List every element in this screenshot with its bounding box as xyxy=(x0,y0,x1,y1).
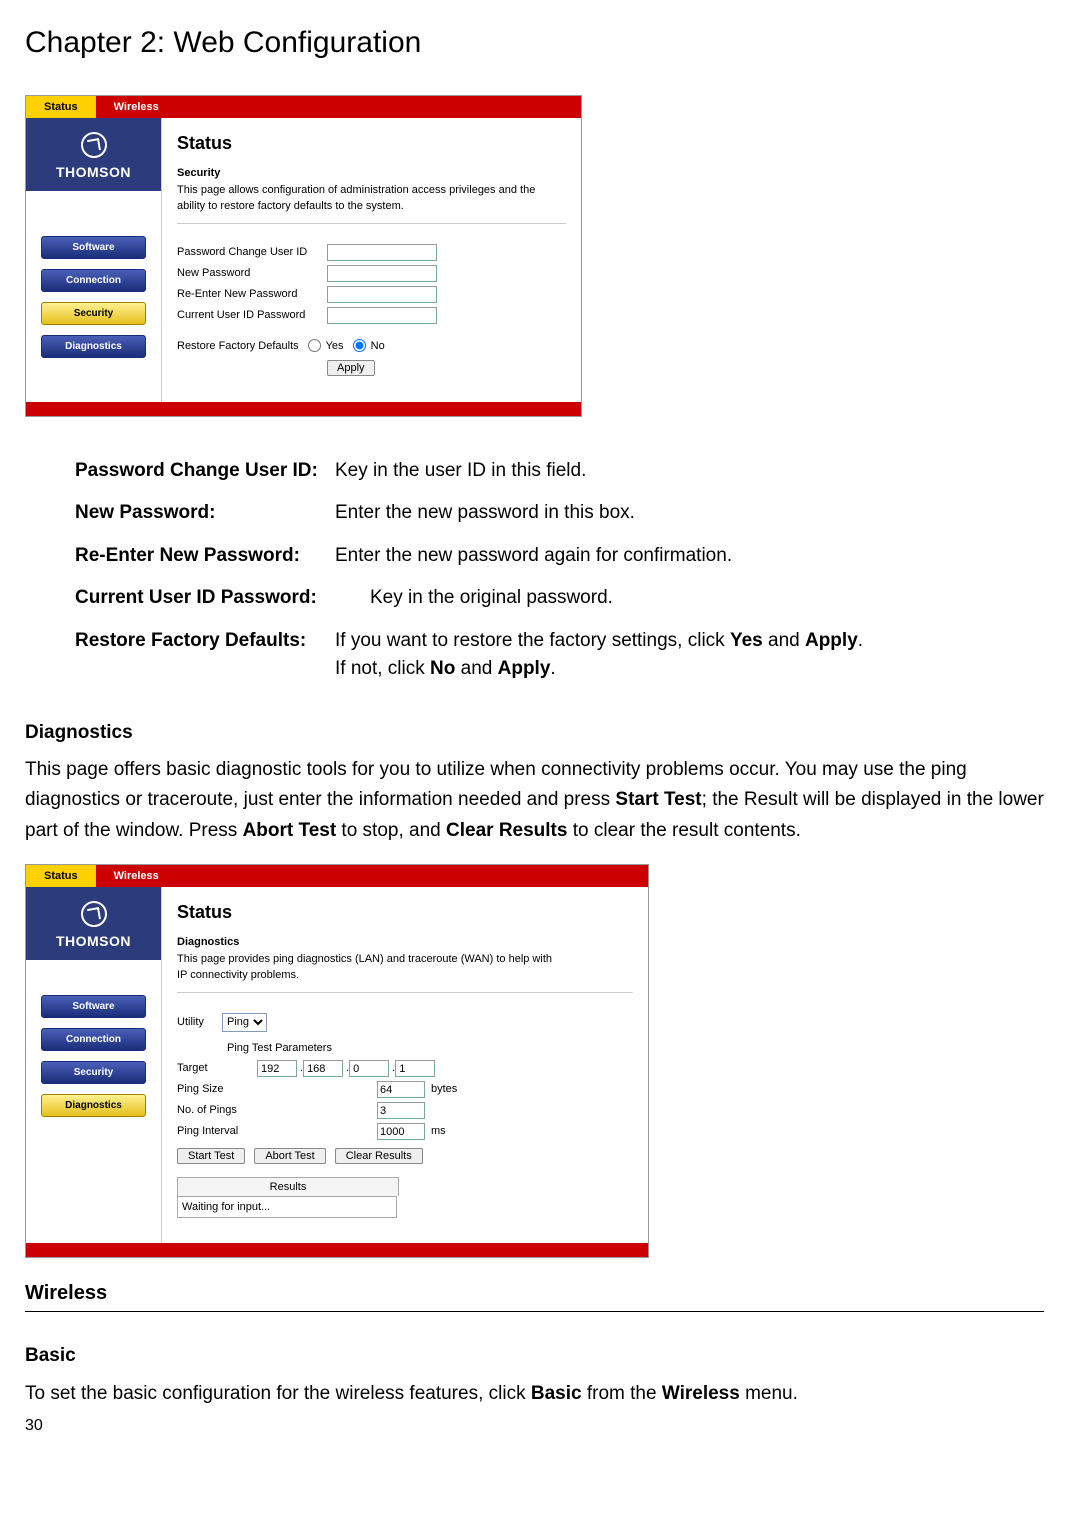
label-restore: Restore Factory Defaults xyxy=(177,340,299,352)
apply-button[interactable]: Apply xyxy=(327,360,375,376)
input-interval[interactable] xyxy=(377,1123,425,1140)
content-desc: This page allows configuration of admini… xyxy=(177,182,557,215)
label-repw: Re-Enter New Password xyxy=(177,286,327,303)
label-target: Target xyxy=(177,1060,257,1077)
input-newpw[interactable] xyxy=(327,265,437,282)
tab-wireless[interactable]: Wireless xyxy=(96,865,177,887)
select-utility[interactable]: Ping xyxy=(222,1013,267,1032)
bottom-bar xyxy=(26,402,581,416)
top-tabs: Status Wireless xyxy=(26,865,648,887)
content-subhead: Security xyxy=(177,165,566,182)
tab-status[interactable]: Status xyxy=(26,96,96,118)
def-desc: If you want to restore the factory setti… xyxy=(335,627,863,684)
label-curpw: Current User ID Password xyxy=(177,307,327,324)
radio-no[interactable] xyxy=(353,339,366,352)
def-desc: Enter the new password in this box. xyxy=(335,499,635,528)
tab-status[interactable]: Status xyxy=(26,865,96,887)
unit-ms: ms xyxy=(431,1123,446,1140)
brand-logo-icon xyxy=(81,132,107,158)
content-title: Status xyxy=(177,130,566,157)
brand-logo-icon xyxy=(81,901,107,927)
tab-wireless[interactable]: Wireless xyxy=(96,96,177,118)
wireless-section-header: Wireless xyxy=(25,1278,1044,1312)
start-test-button[interactable]: Start Test xyxy=(177,1148,245,1164)
sidebar-software[interactable]: Software xyxy=(41,995,146,1018)
diagnostics-heading: Diagnostics xyxy=(25,719,1044,748)
sidebar-connection[interactable]: Connection xyxy=(41,269,146,292)
sidebar-security[interactable]: Security xyxy=(41,1061,146,1084)
brand-logo: THOMSON xyxy=(26,887,161,960)
def-term: Current User ID Password: xyxy=(75,584,370,613)
basic-paragraph: To set the basic configuration for the w… xyxy=(25,1379,1044,1409)
sidebar-security[interactable]: Security xyxy=(41,302,146,325)
bottom-bar xyxy=(26,1243,648,1257)
page-number: 30 xyxy=(25,1414,1044,1438)
def-desc: Key in the user ID in this field. xyxy=(335,457,586,486)
label-nopings: No. of Pings xyxy=(177,1102,377,1119)
content-title: Status xyxy=(177,899,633,926)
radio-yes-label: Yes xyxy=(326,340,344,352)
label-interval: Ping Interval xyxy=(177,1123,377,1140)
top-tabs: Status Wireless xyxy=(26,96,581,118)
diagnostics-screenshot: Status Wireless THOMSON Software Connect… xyxy=(25,864,649,1258)
clear-results-button[interactable]: Clear Results xyxy=(335,1148,423,1164)
content-subhead: Diagnostics xyxy=(177,934,633,951)
input-pingsize[interactable] xyxy=(377,1081,425,1098)
basic-heading: Basic xyxy=(25,1342,1044,1371)
def-term: Password Change User ID: xyxy=(75,457,335,486)
input-ip2[interactable] xyxy=(303,1060,343,1077)
sidebar-diagnostics[interactable]: Diagnostics xyxy=(41,1094,146,1117)
field-definitions: Password Change User ID: Key in the user… xyxy=(75,457,1044,684)
input-ip1[interactable] xyxy=(257,1060,297,1077)
chapter-title: Chapter 2: Web Configuration xyxy=(25,20,1044,65)
def-term: New Password: xyxy=(75,499,335,528)
label-newpw: New Password xyxy=(177,265,327,282)
sidebar-diagnostics[interactable]: Diagnostics xyxy=(41,335,146,358)
diagnostics-paragraph: This page offers basic diagnostic tools … xyxy=(25,755,1044,846)
brand-name: THOMSON xyxy=(26,162,161,183)
section-title: Ping Test Parameters xyxy=(227,1040,633,1057)
label-userid: Password Change User ID xyxy=(177,244,327,261)
results-box: Waiting for input... xyxy=(177,1196,397,1218)
input-ip4[interactable] xyxy=(395,1060,435,1077)
sidebar-software[interactable]: Software xyxy=(41,236,146,259)
def-term: Re-Enter New Password: xyxy=(75,542,335,571)
input-nopings[interactable] xyxy=(377,1102,425,1119)
abort-test-button[interactable]: Abort Test xyxy=(254,1148,325,1164)
brand-name: THOMSON xyxy=(26,931,161,952)
label-pingsize: Ping Size xyxy=(177,1081,377,1098)
def-desc: Enter the new password again for confirm… xyxy=(335,542,732,571)
sidebar-connection[interactable]: Connection xyxy=(41,1028,146,1051)
input-userid[interactable] xyxy=(327,244,437,261)
brand-logo: THOMSON xyxy=(26,118,161,191)
label-utility: Utility xyxy=(177,1014,222,1031)
input-ip3[interactable] xyxy=(349,1060,389,1077)
security-screenshot: Status Wireless THOMSON Software Connect… xyxy=(25,95,582,417)
def-term: Restore Factory Defaults: xyxy=(75,627,335,656)
input-repw[interactable] xyxy=(327,286,437,303)
unit-bytes: bytes xyxy=(431,1081,457,1098)
content-desc: This page provides ping diagnostics (LAN… xyxy=(177,951,557,984)
input-curpw[interactable] xyxy=(327,307,437,324)
radio-yes[interactable] xyxy=(308,339,321,352)
results-header: Results xyxy=(177,1177,399,1197)
def-desc: Key in the original password. xyxy=(370,584,613,613)
radio-no-label: No xyxy=(371,340,385,352)
